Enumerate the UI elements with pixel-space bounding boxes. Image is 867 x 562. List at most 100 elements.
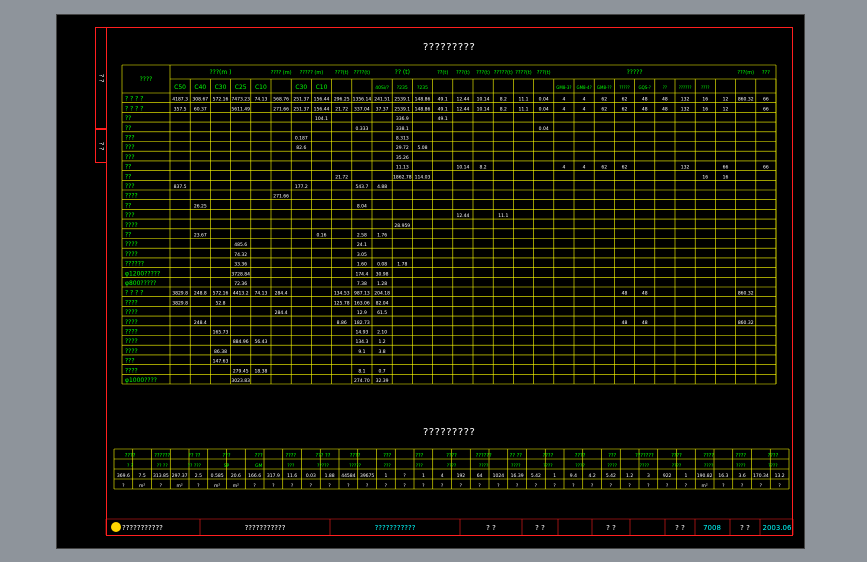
top-table-cell: 21.72 <box>335 106 348 112</box>
top-table-row-label: ? ? ? ? <box>125 96 143 103</box>
bottom-table-header: ??? ?? <box>315 453 330 459</box>
bottom-table-unit: ? <box>347 483 350 489</box>
bottom-table-value: 1024 <box>493 473 505 479</box>
top-table-cell: 66 <box>723 165 729 171</box>
company-logo-icon <box>111 522 121 532</box>
top-table-cell: 48 <box>642 320 648 326</box>
bottom-table-unit: ? <box>535 483 538 489</box>
top-table-cell: 7.38 <box>357 281 367 287</box>
title-block-project: ??????????? <box>245 524 286 532</box>
bottom-table-unit: ? <box>591 483 594 489</box>
bottom-table-header: ??? <box>223 453 231 459</box>
top-table-cell: 2539.1 <box>394 97 410 103</box>
top-table-cell: 11.1 <box>518 106 528 112</box>
top-table-row-label: ???? <box>125 348 138 355</box>
top-table-cell: 251.37 <box>293 106 309 112</box>
top-table-cell: 0.04 <box>539 126 549 132</box>
bottom-table-header: ?????? <box>154 453 170 459</box>
bottom-table-unit: ? <box>722 483 725 489</box>
top-table-cell: 148.86 <box>415 97 431 103</box>
bottom-table-unit: ? <box>403 483 406 489</box>
top-table-cell: 485.6 <box>234 242 247 248</box>
top-table-cell: 174.4 <box>355 271 368 277</box>
bottom-table-unit: ? <box>666 483 669 489</box>
top-table-cell: 156.44 <box>314 97 330 103</box>
bottom-table-unit: ? <box>422 483 425 489</box>
bottom-table-value: 369.6 <box>117 473 130 479</box>
top-table-subheader: C10 <box>255 84 267 91</box>
top-table-cell: 74.13 <box>254 291 267 297</box>
top-table-row-label: ???? <box>125 193 138 200</box>
top-table-cell: 86.38 <box>214 349 227 355</box>
top-table-cell: 572.16 <box>213 97 229 103</box>
top-table-cell: 274.70 <box>354 378 370 384</box>
top-table-cell: 52.8 <box>215 300 225 306</box>
top-table-cell: 296.25 <box>334 97 350 103</box>
top-table-cell: 3.8 <box>379 349 386 355</box>
top-table-header-col: ???? (m) <box>271 70 292 76</box>
top-table-cell: 32.39 <box>376 378 389 384</box>
top-table-row-label: ???? <box>125 329 138 336</box>
top-table-subheader: ?? <box>663 85 667 90</box>
bottom-table-value: 166.6 <box>248 473 261 479</box>
bottom-table-value: 3 <box>647 473 650 479</box>
top-table-cell: 132 <box>681 106 690 112</box>
top-table-cell: 0.7 <box>379 368 386 374</box>
bottom-table-value: 16.3 <box>718 473 728 479</box>
top-table-row-label: ?? <box>125 202 131 209</box>
top-table-cell: 48 <box>622 320 628 326</box>
top-table-header-col: ???(t) <box>476 70 490 76</box>
bottom-table-unit: ? <box>272 483 275 489</box>
top-table-row-label: ?? <box>125 232 131 239</box>
top-table-cell: 860.32 <box>738 97 754 103</box>
top-table-cell: 148.86 <box>415 106 431 112</box>
top-table-cell: 987.13 <box>354 291 370 297</box>
bottom-table-value: 3.6 <box>739 473 746 479</box>
top-table-cell: 11.1 <box>518 97 528 103</box>
bottom-table-unit: ? <box>197 483 200 489</box>
bottom-table-unit: ? <box>385 483 388 489</box>
title-block-label: ? ? <box>675 524 685 532</box>
top-table-cell: 271.66 <box>273 106 289 112</box>
bottom-table-value: 5.42 <box>531 473 541 479</box>
top-table-cell: 0.16 <box>316 233 326 239</box>
top-table-row-label: ?? <box>125 115 131 122</box>
bottom-table-unit: ? <box>366 483 369 489</box>
top-table-row-label: ??? <box>125 183 135 190</box>
top-table-cell: 568.76 <box>273 97 289 103</box>
bottom-table-value: 313.85 <box>153 473 169 479</box>
bottom-table-subheader: SP <box>224 463 230 469</box>
top-table-cell: 14.93 <box>355 330 368 336</box>
top-table-cell: 2.10 <box>377 330 387 336</box>
bottom-table-subheader: ???? <box>479 463 489 469</box>
top-table-cell: 114.03 <box>415 174 431 180</box>
top-table-header-col: ????(t) <box>354 70 371 76</box>
bottom-table-subheader: ???? <box>575 463 585 469</box>
bottom-table-unit: ? <box>291 483 294 489</box>
top-table-cell: 1.60 <box>357 262 367 268</box>
top-table-cell: 163.06 <box>354 300 370 306</box>
bottom-table-unit: ? <box>610 483 613 489</box>
top-table-subheader: ?235 <box>397 85 408 91</box>
top-table-cell: 49.1 <box>438 97 448 103</box>
top-table-cell: 134.53 <box>334 291 350 297</box>
top-table-row-label: ??? <box>125 135 135 142</box>
top-table-cell: 0.333 <box>355 126 368 132</box>
top-table-row-label: ??? <box>125 154 135 161</box>
bottom-table-unit: ? <box>572 483 575 489</box>
top-table-cell: 251.37 <box>293 97 309 103</box>
bottom-table-unit: ? <box>778 483 781 489</box>
top-table-cell: 572.16 <box>213 291 229 297</box>
top-table-cell: 279.45 <box>233 368 249 374</box>
top-table-cell: 24.1 <box>357 242 367 248</box>
bottom-table-header: ???? <box>446 453 457 459</box>
bottom-table-header: ?????? <box>476 453 492 459</box>
title-block-label: ? ? <box>740 524 750 532</box>
top-table-cell: 104.1 <box>315 116 328 122</box>
bottom-table-unit: ? <box>497 483 500 489</box>
top-table-cell: 48 <box>642 97 648 103</box>
top-table-header-col: ?????(t) <box>494 70 513 76</box>
top-table-row-label: φ1000???? <box>125 377 157 384</box>
bottom-table-header: ??? <box>608 453 616 459</box>
bottom-table-header: ?? ?? <box>188 453 201 459</box>
